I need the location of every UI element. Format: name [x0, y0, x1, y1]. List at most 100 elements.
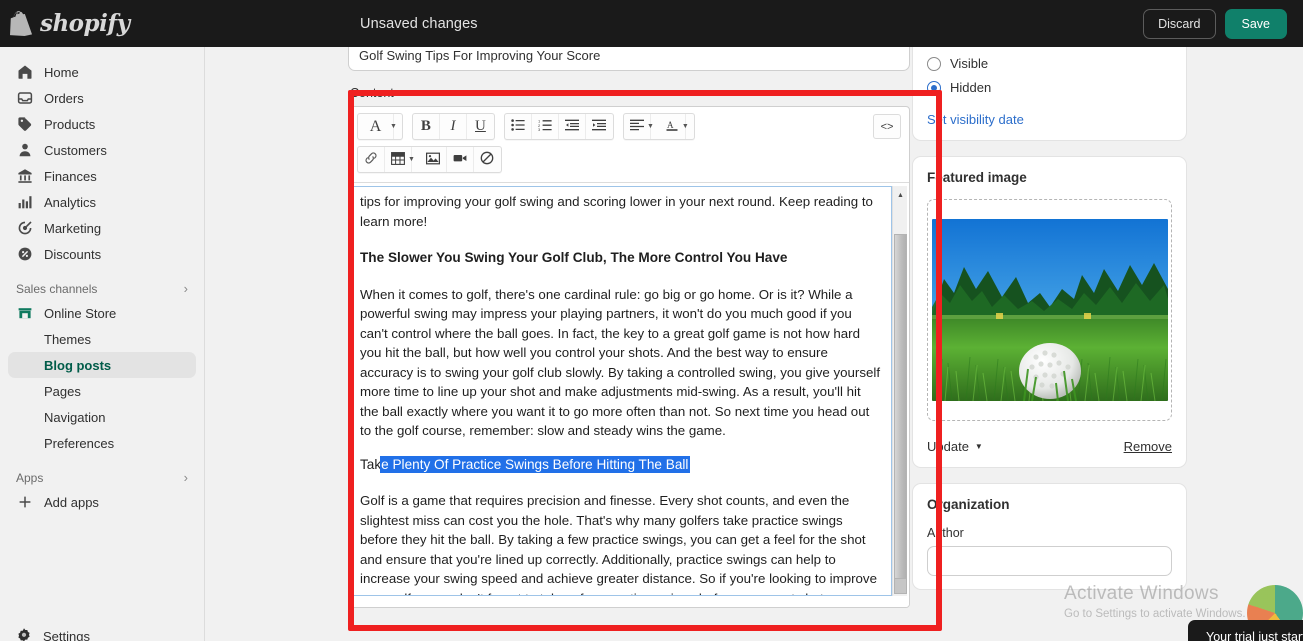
sidebar-item-themes[interactable]: Themes	[8, 326, 196, 352]
featured-image-dropzone[interactable]	[927, 199, 1172, 421]
sidebar-item-preferences[interactable]: Preferences	[8, 430, 196, 456]
editor-toolbar-row-2: ▼	[349, 140, 909, 180]
text-color-chevron-down-icon[interactable]: ▼	[682, 123, 694, 130]
sidebar-item-finances[interactable]: Finances	[8, 163, 196, 189]
selected-text: e Plenty Of Practice Swings Before Hitti…	[381, 455, 689, 473]
sidebar-item-blog-posts[interactable]: Blog posts	[8, 352, 196, 378]
blog-post-document[interactable]: tips for improving your golf swing and s…	[360, 192, 882, 595]
sidebar-item-label: Finances	[44, 168, 97, 184]
sidebar-item-customers[interactable]: Customers	[8, 137, 196, 163]
sidebar-item-label: Products	[44, 116, 96, 132]
sidebar-item-marketing[interactable]: Marketing	[8, 215, 196, 241]
bulleted-list-icon	[511, 119, 525, 134]
visibility-option-visible[interactable]: Visible	[927, 56, 1172, 71]
analytics-bars-icon	[16, 194, 33, 211]
shopify-bag-icon	[10, 11, 33, 36]
indent-icon	[592, 119, 607, 134]
rich-text-editor: A ▼ B I U 1 2 3 ▼ A ▼ <> ▼ tips for impr…	[348, 106, 910, 608]
radio-visible[interactable]	[927, 56, 941, 71]
outdent-icon	[564, 119, 579, 134]
trial-toast[interactable]: Your trial just started	[1188, 620, 1303, 641]
shopify-admin-window: shopify Unsaved changes Discard Save Hom…	[0, 0, 1303, 641]
indent-button[interactable]	[586, 114, 613, 139]
numbered-list-button[interactable]: 123	[532, 114, 559, 139]
visibility-option-hidden[interactable]: Hidden	[927, 80, 1172, 95]
discard-button[interactable]: Discard	[1143, 8, 1216, 39]
sidebar-item-label: Settings	[43, 628, 90, 641]
sidebar-item-pages[interactable]: Pages	[8, 378, 196, 404]
shopify-logo[interactable]: shopify	[0, 0, 205, 47]
blog-title-value: Golf Swing Tips For Improving Your Score	[359, 47, 601, 63]
sidebar-item-label: Analytics	[44, 194, 97, 210]
sidebar-item-label: Preferences	[44, 435, 115, 451]
sidebar-item-orders[interactable]: Orders	[8, 85, 196, 111]
list-indent-group: 123	[503, 113, 614, 140]
editor-body: tips for improving your golf swing and s…	[349, 182, 909, 607]
sidebar-item-label: Orders	[44, 90, 84, 106]
scrollbar-thumb-lower[interactable]	[894, 578, 907, 594]
save-button[interactable]: Save	[1224, 8, 1287, 39]
outdent-button[interactable]	[559, 114, 586, 139]
radio-hidden-selected[interactable]	[927, 80, 941, 95]
main-content-area: Golf Swing Tips For Improving Your Score…	[206, 47, 1303, 641]
right-sidebar-column: Visible Hidden Set visibility date Featu…	[912, 47, 1187, 605]
top-bar-actions: Discard Save	[1143, 8, 1303, 39]
update-image-button[interactable]: Update ▼	[927, 439, 983, 454]
chevron-right-icon[interactable]: ›	[184, 281, 188, 296]
sidebar-item-label: Themes	[44, 331, 91, 347]
sidebar-item-home[interactable]: Home	[8, 59, 196, 85]
insert-link-button[interactable]	[358, 147, 385, 172]
underline-button[interactable]: U	[467, 114, 494, 139]
author-label: Author	[927, 526, 964, 540]
format-style-button[interactable]: A	[358, 114, 394, 139]
scroll-up-arrow-icon[interactable]: ▲	[893, 188, 908, 202]
table-icon	[391, 151, 405, 168]
italic-button[interactable]: I	[440, 114, 467, 139]
sidebar-item-discounts[interactable]: Discounts	[8, 241, 196, 267]
insert-video-button[interactable]	[447, 147, 474, 172]
sidebar-item-online-store[interactable]: Online Store	[8, 300, 196, 326]
author-input[interactable]	[927, 546, 1172, 576]
bold-label: B	[420, 118, 431, 134]
svg-text:A: A	[667, 120, 674, 130]
sidebar-item-navigation[interactable]: Navigation	[8, 404, 196, 430]
sidebar-item-analytics[interactable]: Analytics	[8, 189, 196, 215]
text-style-group: B I U	[411, 113, 495, 140]
sales-channels-label: Sales channels	[16, 281, 98, 296]
sidebar-item-add-apps[interactable]: Add apps	[8, 489, 196, 515]
gear-icon	[16, 627, 32, 641]
bold-button[interactable]: B	[413, 114, 440, 139]
scrollbar-thumb[interactable]	[894, 234, 907, 589]
editor-content-frame[interactable]: tips for improving your golf swing and s…	[353, 186, 892, 596]
sidebar-item-settings[interactable]: Settings	[8, 623, 98, 641]
align-chevron-down-icon[interactable]: ▼	[647, 123, 659, 130]
sales-channels-section[interactable]: Sales channels ›	[16, 281, 188, 296]
chevron-right-icon[interactable]: ›	[184, 470, 188, 485]
editor-scrollbar[interactable]: ▲	[892, 186, 907, 596]
html-code-button[interactable]: <>	[873, 114, 901, 139]
clear-formatting-icon	[480, 151, 494, 168]
document-heading-selected[interactable]: Take Plenty Of Practice Swings Before Hi…	[360, 455, 882, 475]
chevron-down-icon: ▼	[974, 442, 983, 451]
insert-image-button[interactable]	[420, 147, 447, 172]
align-color-group: ▼ A ▼	[622, 113, 695, 140]
top-bar: shopify Unsaved changes Discard Save	[0, 0, 1303, 47]
numbered-list-icon: 123	[538, 118, 552, 134]
visibility-panel: Visible Hidden Set visibility date	[912, 47, 1187, 141]
set-visibility-date-link[interactable]: Set visibility date	[927, 112, 1172, 127]
bulleted-list-button[interactable]	[505, 114, 532, 139]
featured-image-preview	[931, 219, 1168, 401]
format-style-chevron-down-icon[interactable]: ▼	[390, 123, 402, 130]
online-store-icon	[16, 305, 33, 322]
blog-title-input[interactable]: Golf Swing Tips For Improving Your Score	[348, 47, 910, 71]
table-chevron-down-icon[interactable]: ▼	[408, 156, 420, 163]
sidebar-item-products[interactable]: Products	[8, 111, 196, 137]
remove-image-button[interactable]: Remove	[1124, 439, 1172, 454]
image-icon	[425, 152, 440, 168]
products-tag-icon	[16, 116, 33, 133]
document-paragraph: Golf is a game that requires precision a…	[360, 493, 877, 595]
clear-formatting-button[interactable]	[474, 147, 501, 172]
apps-section[interactable]: Apps ›	[16, 470, 188, 485]
underline-label: U	[475, 118, 486, 134]
blog-post-editor-column: Golf Swing Tips For Improving Your Score…	[348, 47, 910, 608]
